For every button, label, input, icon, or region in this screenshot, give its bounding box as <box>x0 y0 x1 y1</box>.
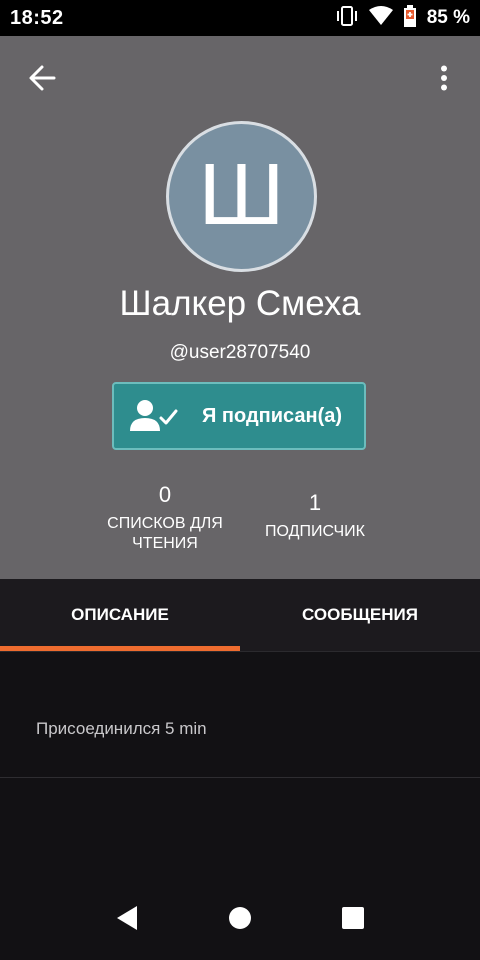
reading-lists-label-line2: ЧТЕНИЯ <box>132 535 198 552</box>
square-recents-icon <box>341 906 365 935</box>
tab-messages[interactable]: СООБЩЕНИЯ <box>240 579 480 651</box>
section-divider <box>0 777 480 778</box>
navigation-bar <box>0 880 480 960</box>
battery-icon <box>403 4 417 32</box>
back-button[interactable] <box>24 62 60 98</box>
triangle-back-icon <box>115 905 139 936</box>
profile-name: Шалкер Смеха <box>119 284 361 323</box>
avatar-letter: Ш <box>197 148 286 244</box>
status-icons: 85 % <box>335 4 470 32</box>
status-time: 18:52 <box>10 6 64 29</box>
avatar[interactable]: Ш <box>166 121 317 272</box>
reading-lists-label-line1: СПИСКОВ ДЛЯ <box>107 515 223 532</box>
following-button[interactable]: Я подписан(а) <box>112 382 366 450</box>
following-button-label: Я подписан(а) <box>202 404 343 427</box>
circle-home-icon <box>228 906 252 935</box>
wifi-icon <box>368 5 393 31</box>
followers-stat[interactable]: 1 ПОДПИСЧИК <box>250 490 380 542</box>
reading-lists-stat[interactable]: 0 СПИСКОВ ДЛЯ ЧТЕНИЯ <box>100 482 230 554</box>
profile-tabs: ОПИСАНИЕ СООБЩЕНИЯ <box>0 579 480 651</box>
tabs-divider <box>0 651 480 652</box>
arrow-left-icon <box>28 64 56 97</box>
user-check-icon <box>124 392 182 440</box>
profile-handle: @user28707540 <box>169 342 311 363</box>
vibrate-icon <box>335 5 359 32</box>
nav-home-button[interactable] <box>220 900 260 940</box>
more-options-button[interactable] <box>426 62 462 98</box>
joined-text: Присоединился 5 min <box>36 719 207 738</box>
nav-back-button[interactable] <box>107 900 147 940</box>
nav-recents-button[interactable] <box>333 900 373 940</box>
more-vertical-icon <box>440 65 448 96</box>
followers-count: 1 <box>308 490 322 515</box>
reading-lists-count: 0 <box>158 482 172 507</box>
profile-header: Ш Шалкер Смеха @user28707540 Я подписан(… <box>0 36 480 579</box>
battery-percent: 85 % <box>426 7 470 28</box>
status-bar: 18:52 85 % <box>0 0 480 36</box>
tab-about[interactable]: ОПИСАНИЕ <box>0 579 240 651</box>
followers-label: ПОДПИСЧИК <box>265 523 365 540</box>
